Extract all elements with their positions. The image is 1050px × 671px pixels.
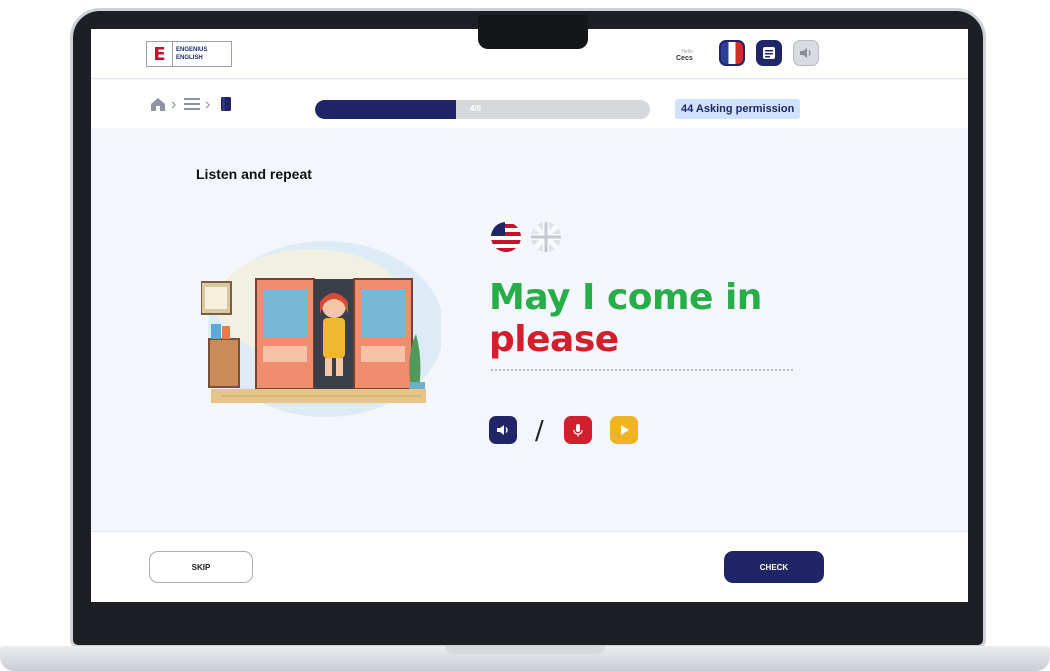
breadcrumb-separator: › [171, 96, 177, 113]
book-menu-icon[interactable] [756, 40, 782, 66]
skip-button[interactable]: SKIP [149, 551, 253, 583]
phrase-line-1: May I come in [489, 277, 762, 318]
classroom-door-illustration [201, 241, 441, 417]
logo-mark: E [147, 42, 173, 66]
app-screen: E ENGENIUS ENGLISH Hello Cecs › › 4/6 44… [91, 29, 968, 602]
uk-accent-flag-icon[interactable] [531, 222, 561, 252]
progress-fill [315, 100, 456, 119]
play-recording-icon[interactable] [610, 416, 638, 444]
phrase-line-2: please [489, 319, 619, 360]
user-info: Hello Cecs [676, 49, 693, 62]
home-icon[interactable] [149, 96, 167, 117]
progress-label: 4/6 [470, 104, 482, 113]
language-flag-icon[interactable] [719, 40, 745, 66]
footer-bar: SKIP CHECK [91, 531, 968, 602]
lesson-title-badge: 44 Asking permission [675, 99, 801, 119]
logo[interactable]: E ENGENIUS ENGLISH [146, 41, 232, 67]
logo-line-2: ENGLISH [176, 55, 203, 61]
exercise-instruction: Listen and repeat [196, 166, 312, 182]
target-phrase: May I come in please [489, 277, 762, 361]
speaker-icon[interactable] [793, 40, 819, 66]
check-button[interactable]: CHECK [724, 551, 824, 583]
action-separator: / [535, 416, 544, 446]
phrase-underline [491, 369, 793, 371]
nav-bar: › › 4/6 44 Asking permission [91, 80, 968, 128]
laptop-base-groove [445, 646, 605, 654]
record-microphone-icon[interactable] [564, 416, 592, 444]
camera-notch [478, 15, 588, 49]
list-menu-icon[interactable] [183, 96, 201, 117]
us-accent-flag-icon[interactable] [491, 222, 521, 252]
listen-speaker-icon[interactable] [489, 416, 517, 444]
lesson-progress-bar: 4/6 [315, 100, 650, 119]
user-name: Cecs [676, 55, 693, 62]
logo-line-1: ENGENIUS [176, 47, 208, 53]
logo-text: ENGENIUS ENGLISH [173, 46, 207, 62]
breadcrumb-separator: › [205, 96, 211, 113]
book-icon[interactable] [219, 96, 233, 117]
